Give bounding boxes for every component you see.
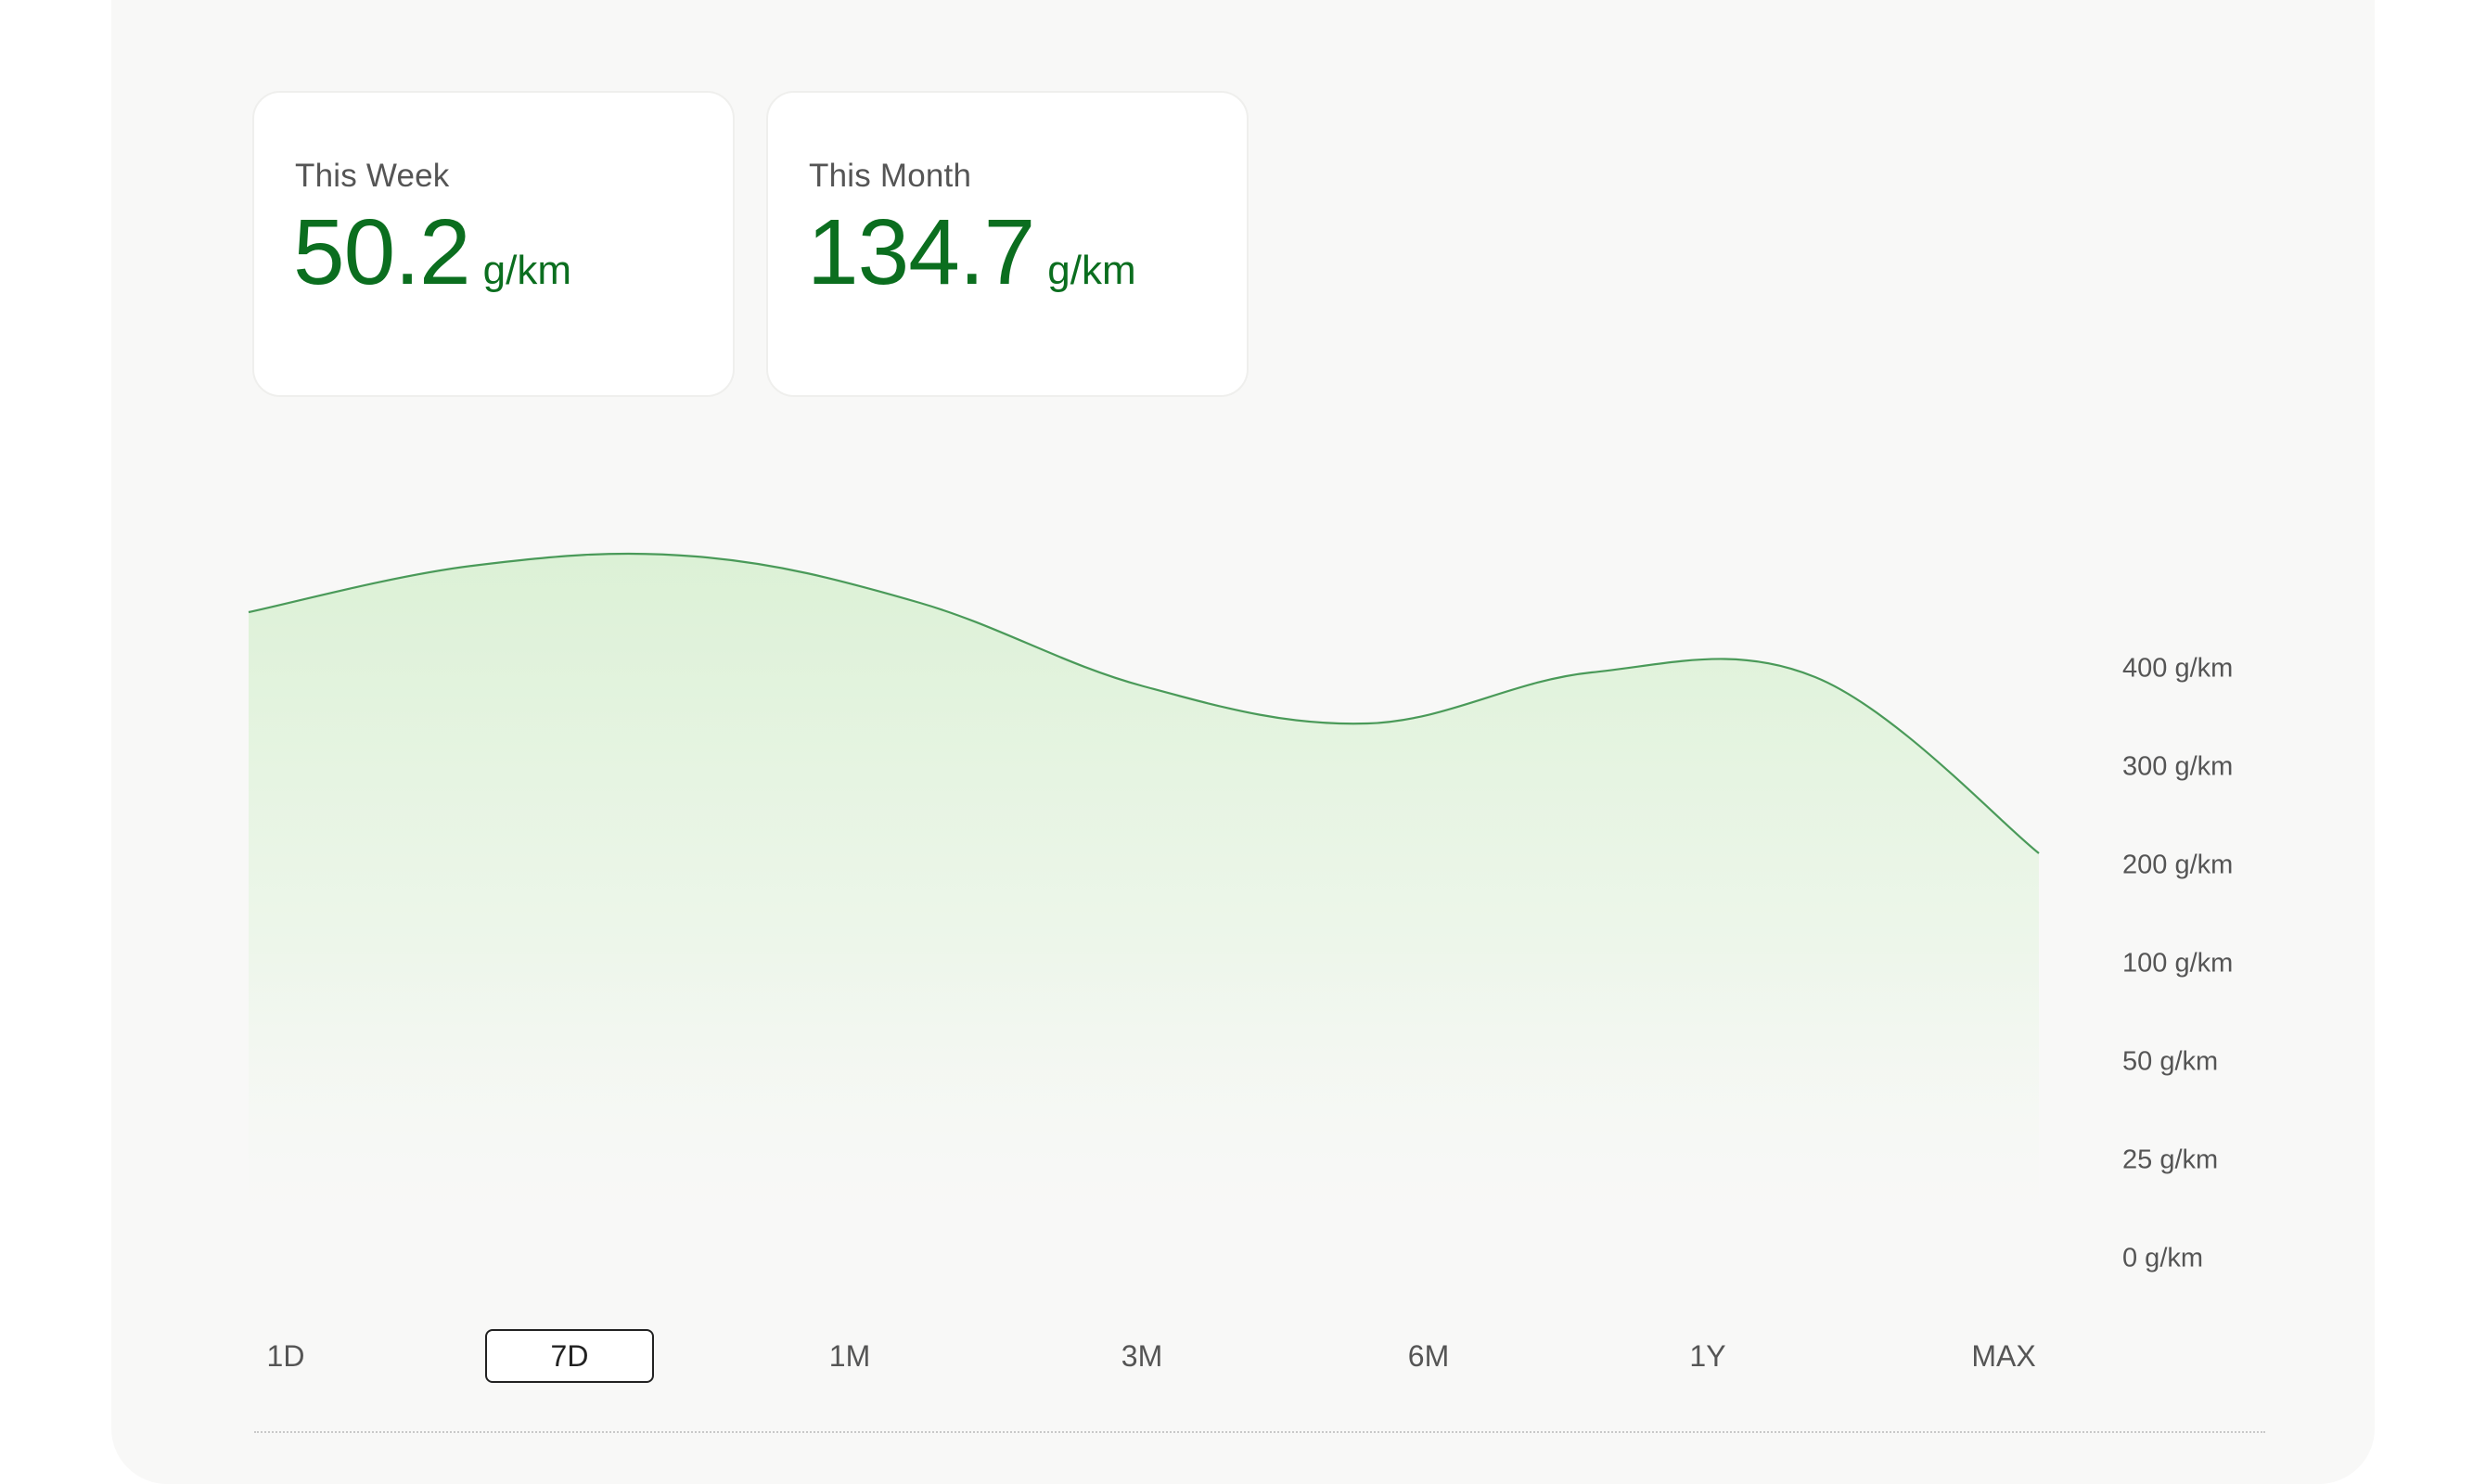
range-option-max[interactable]: MAX xyxy=(1919,1329,2088,1383)
this-month-unit: g/km xyxy=(1047,248,1136,293)
y-tick-label: 25 g/km xyxy=(2122,1145,2219,1175)
range-option-1m[interactable]: 1M xyxy=(765,1329,934,1383)
y-tick-label: 50 g/km xyxy=(2122,1046,2219,1077)
range-option-7d[interactable]: 7D xyxy=(485,1329,654,1383)
this-month-value-row: 134.7 g/km xyxy=(807,206,1136,299)
y-tick-label: 0 g/km xyxy=(2122,1243,2204,1273)
this-month-value: 134.7 xyxy=(807,200,1035,304)
this-month-card: This Month 134.7 g/km xyxy=(766,91,1249,397)
y-tick-label: 400 g/km xyxy=(2122,653,2234,684)
range-option-6m[interactable]: 6M xyxy=(1344,1329,1513,1383)
this-week-label: This Week xyxy=(295,158,450,194)
range-option-1d[interactable]: 1D xyxy=(201,1329,370,1383)
y-tick-label: 300 g/km xyxy=(2122,751,2234,782)
this-week-value: 50.2 xyxy=(293,200,471,304)
dotted-divider xyxy=(254,1431,2265,1433)
this-week-value-row: 50.2 g/km xyxy=(293,206,571,299)
range-option-1y[interactable]: 1Y xyxy=(1623,1329,1792,1383)
this-week-unit: g/km xyxy=(482,248,571,293)
range-option-3m[interactable]: 3M xyxy=(1057,1329,1226,1383)
this-week-card: This Week 50.2 g/km xyxy=(252,91,735,397)
y-tick-label: 100 g/km xyxy=(2122,948,2234,979)
this-month-label: This Month xyxy=(809,158,972,194)
y-tick-label: 200 g/km xyxy=(2122,850,2234,880)
